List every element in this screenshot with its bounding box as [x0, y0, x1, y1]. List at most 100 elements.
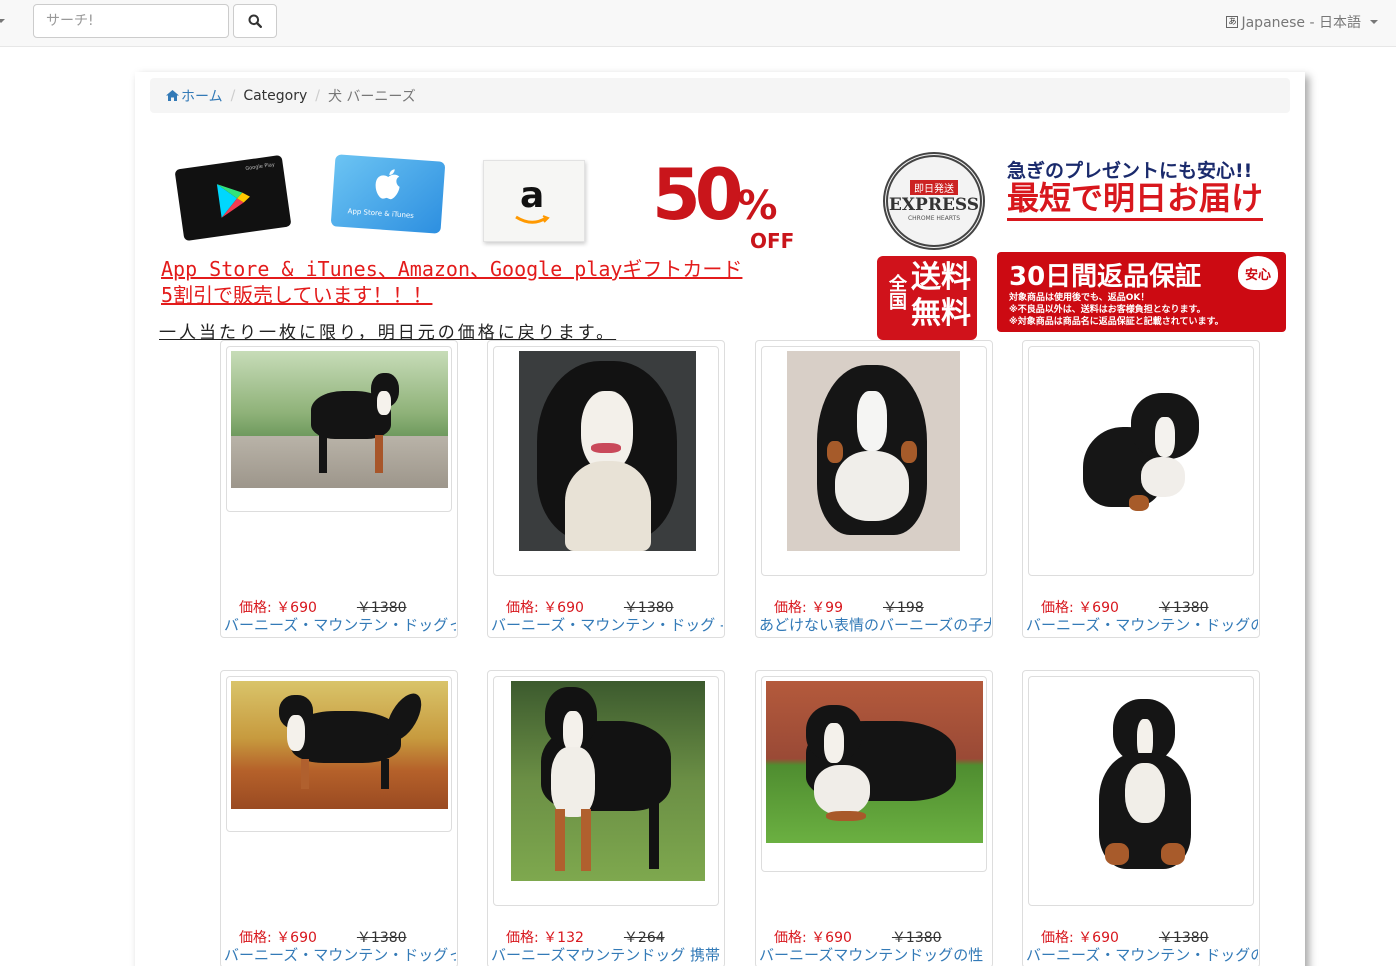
product-price: 価格: ￥99 ￥198: [774, 597, 924, 617]
product-title-link[interactable]: バーニーズマウンテンドッグの性: [759, 945, 991, 965]
search-button[interactable]: [233, 4, 277, 38]
product-card[interactable]: 価格: ￥132 ￥264 バーニーズマウンテンドッグ 携帯: [487, 670, 725, 966]
product-thumbnail[interactable]: [226, 676, 452, 832]
product-card[interactable]: 価格: ￥690 ￥1380 バーニーズ・マウンテン・ドッグっ: [220, 340, 458, 638]
product-current-price: 価格: ￥690: [1041, 930, 1119, 946]
home-icon: [166, 90, 179, 101]
product-title-link[interactable]: バーニーズ・マウンテン・ドッグの: [1026, 615, 1258, 635]
apple-card-text: App Store & iTunes: [347, 207, 415, 220]
product-current-price: 価格: ￥690: [506, 600, 584, 616]
return-note-1: 対象商品は使用後でも、返品OK！: [1009, 293, 1150, 303]
seal-sub-text: CHROME HEARTS: [907, 215, 961, 222]
product-original-price: ￥1380: [1158, 600, 1209, 616]
promo-line-1: App Store & iTunes、Amazon、Google playギフト…: [161, 257, 743, 281]
top-navbar: あ Japanese - 日本語: [0, 0, 1396, 47]
product-thumbnail[interactable]: [1028, 676, 1254, 906]
main-panel: ホーム / Category / 犬 バーニーズ Google Play App…: [135, 72, 1305, 966]
product-price: 価格: ￥690 ￥1380: [239, 597, 407, 617]
return-guarantee-heart-icon: 安心: [1238, 256, 1278, 290]
product-photo: [1069, 693, 1217, 879]
return-guarantee-notes: 対象商品は使用後でも、返品OK！ ※不良品以外は、送料はお客様負担となります。 …: [1009, 292, 1224, 328]
product-price: 価格: ￥132 ￥264: [506, 927, 665, 947]
product-current-price: 価格: ￥690: [239, 600, 317, 616]
apple-store-card-image: App Store & iTunes: [330, 154, 446, 234]
product-price: 価格: ￥690 ￥1380: [1041, 597, 1209, 617]
breadcrumb: ホーム / Category / 犬 バーニーズ: [150, 78, 1290, 113]
apple-logo-icon: [375, 169, 400, 200]
seal-main-text: EXPRESS: [888, 195, 980, 215]
free-shipping-text: 送料無料: [911, 260, 971, 331]
return-guarantee-title: 30日間返品保証: [1009, 262, 1202, 292]
product-photo: [787, 351, 960, 551]
product-current-price: 価格: ￥690: [1041, 600, 1119, 616]
product-current-price: 価格: ￥690: [239, 930, 317, 946]
express-seal-image: 即日発送 EXPRESS CHROME HEARTS: [883, 152, 985, 250]
product-original-price: ￥198: [883, 600, 924, 616]
promo-line-2: 5割引で販売しています！！！: [161, 283, 433, 307]
seal-top-text: 即日発送: [910, 180, 958, 195]
breadcrumb-home-label: ホーム: [181, 88, 223, 105]
search-input[interactable]: [33, 4, 229, 38]
product-title-link[interactable]: あどけない表情のバーニーズの子犬: [759, 615, 991, 635]
off-number: 50: [652, 154, 743, 236]
product-thumbnail[interactable]: [493, 346, 719, 576]
google-play-card-text: Google Play: [245, 161, 276, 172]
return-note-2: ※不良品以外は、送料はお客様負担となります。: [1009, 305, 1206, 315]
breadcrumb-separator: /: [230, 87, 236, 104]
product-price: 価格: ￥690 ￥1380: [774, 927, 942, 947]
product-card[interactable]: 価格: ￥690 ￥1380 バーニーズ・マウンテン・ドッグの: [1022, 340, 1260, 638]
product-thumbnail[interactable]: [1028, 346, 1254, 576]
product-current-price: 価格: ￥99: [774, 600, 843, 616]
breadcrumb-home-link[interactable]: ホーム: [166, 86, 223, 106]
chevron-down-icon: [1370, 20, 1378, 24]
product-original-price: ￥264: [623, 930, 665, 946]
amazon-smile-icon: [515, 215, 550, 224]
product-photo: [1069, 387, 1209, 527]
free-shipping-badge: 全国 送料無料: [877, 256, 977, 340]
product-thumbnail[interactable]: [761, 346, 987, 576]
product-price: 価格: ￥690 ￥1380: [506, 597, 674, 617]
product-title-link[interactable]: バーニーズ・マウンテン・ドッグの: [1026, 945, 1258, 965]
google-play-card-image: Google Play: [174, 154, 292, 242]
breadcrumb-separator: /: [315, 87, 320, 104]
next-day-delivery-headline: 最短で明日お届け: [1007, 178, 1264, 221]
product-thumbnail[interactable]: [761, 676, 987, 872]
product-card[interactable]: 価格: ￥99 ￥198 あどけない表情のバーニーズの子犬: [755, 340, 993, 638]
breadcrumb-category[interactable]: Category: [243, 88, 307, 104]
product-current-price: 価格: ￥132: [506, 930, 584, 946]
product-original-price: ￥1380: [1158, 930, 1209, 946]
product-original-price: ￥1380: [356, 930, 407, 946]
google-play-logo-icon: [216, 184, 250, 218]
product-card[interactable]: 価格: ￥690 ￥1380 バーニーズ・マウンテン・ドッグ -: [487, 340, 725, 638]
off-word: OFF: [750, 229, 795, 253]
amazon-logo-icon: a: [520, 175, 545, 216]
product-original-price: ￥1380: [356, 600, 407, 616]
product-title-link[interactable]: バーニーズマウンテンドッグ 携帯: [491, 945, 723, 965]
return-guarantee-badge: 30日間返品保証 安心 対象商品は使用後でも、返品OK！ ※不良品以外は、送料は…: [997, 252, 1286, 332]
promo-banner[interactable]: Google Play App Store & iTunes a 50% OFF…: [157, 152, 1292, 343]
language-label: Japanese - 日本語: [1241, 15, 1361, 31]
product-original-price: ￥1380: [891, 930, 942, 946]
product-card[interactable]: 価格: ￥690 ￥1380 バーニーズ・マウンテン・ドッグの: [1022, 670, 1260, 966]
chevron-down-icon[interactable]: [0, 19, 5, 23]
product-card[interactable]: 価格: ￥690 ￥1380 バーニーズ・マウンテン・ドッグっ: [220, 670, 458, 966]
product-card[interactable]: 価格: ￥690 ￥1380 バーニーズマウンテンドッグの性: [755, 670, 993, 966]
product-thumbnail[interactable]: [226, 346, 452, 512]
product-photo: [766, 681, 983, 843]
return-note-3: ※対象商品は商品名に返品保証と記載されています。: [1009, 317, 1224, 327]
product-title-link[interactable]: バーニーズ・マウンテン・ドッグ -: [491, 615, 723, 635]
free-shipping-nationwide: 全国: [886, 274, 907, 310]
product-original-price: ￥1380: [623, 600, 674, 616]
amazon-card-image: a: [483, 160, 585, 242]
product-photo: [519, 351, 696, 551]
product-title-link[interactable]: バーニーズ・マウンテン・ドッグっ: [224, 945, 456, 965]
product-price: 価格: ￥690 ￥1380: [239, 927, 407, 947]
language-selector[interactable]: あ Japanese - 日本語: [1226, 12, 1378, 32]
product-price: 価格: ￥690 ￥1380: [1041, 927, 1209, 947]
language-flag-icon: あ: [1226, 16, 1239, 28]
product-photo: [231, 351, 448, 488]
product-photo: [231, 681, 448, 809]
product-thumbnail[interactable]: [493, 676, 719, 906]
product-title-link[interactable]: バーニーズ・マウンテン・ドッグっ: [224, 615, 456, 635]
breadcrumb-current: 犬 バーニーズ: [327, 88, 416, 105]
